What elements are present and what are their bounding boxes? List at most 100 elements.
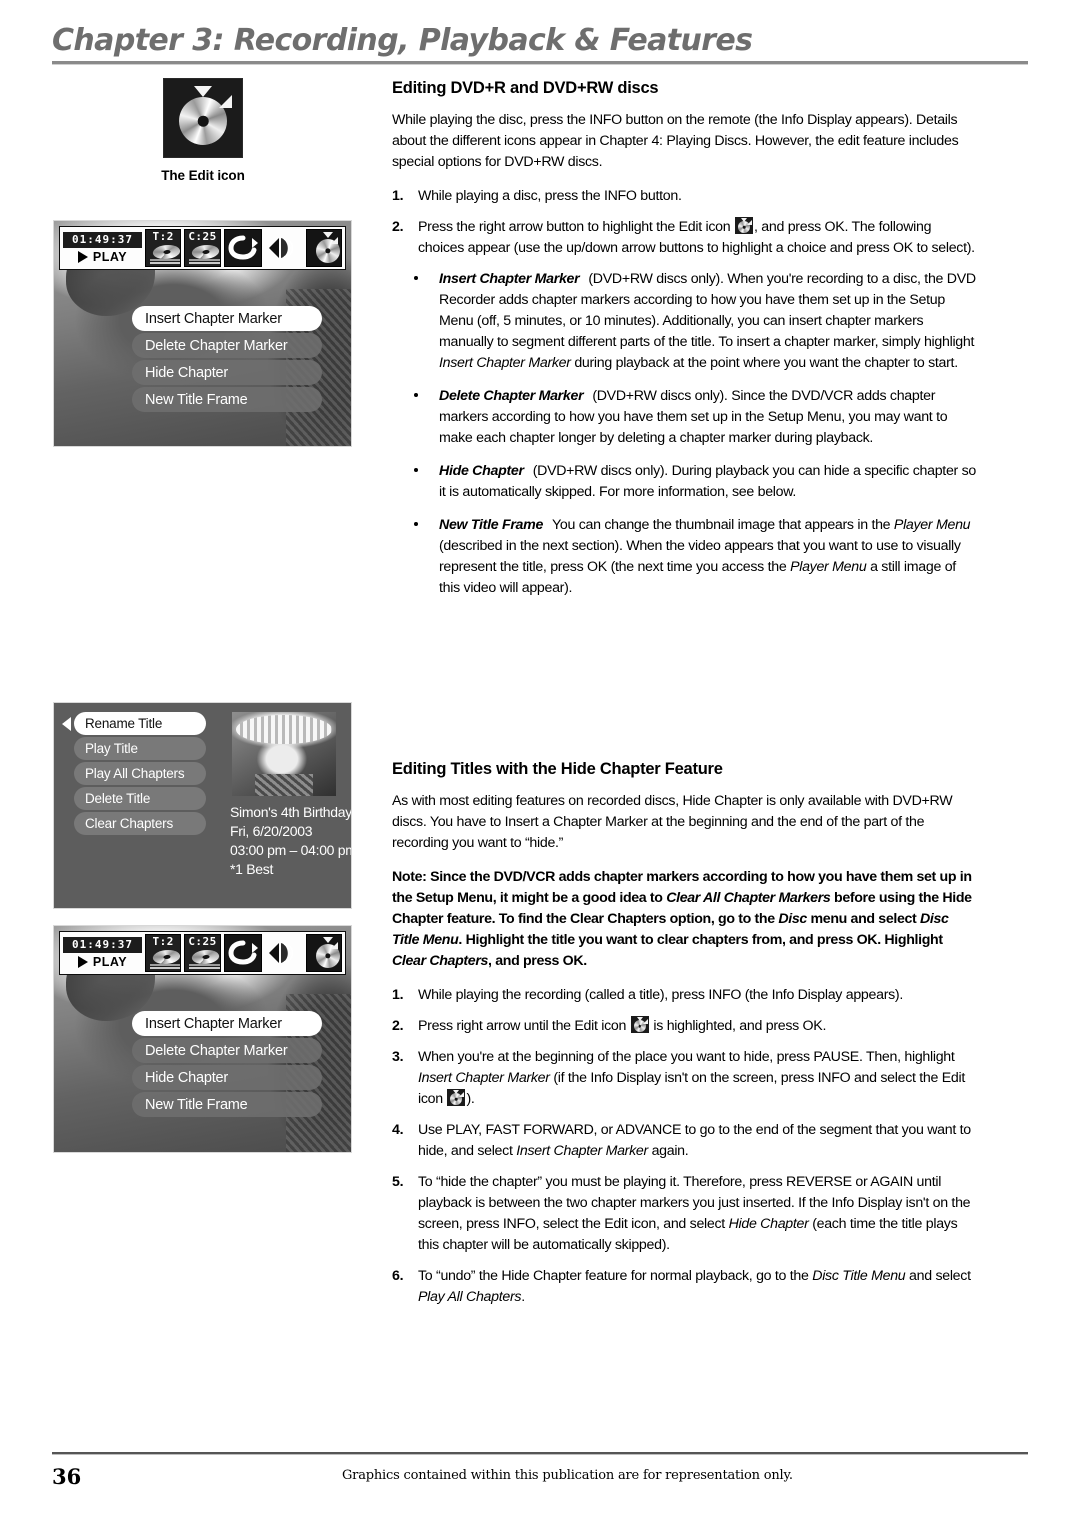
left-arrow-icon xyxy=(62,717,71,731)
timecode-column: 01:49:37 PLAY xyxy=(63,934,143,972)
body-content: Editing DVD+R and DVD+RW discs While pla… xyxy=(392,78,978,1318)
step-text: Press the right arrow button to highligh… xyxy=(418,217,978,259)
header-divider xyxy=(52,61,1028,65)
note-italic4: Clear Chapters xyxy=(392,953,489,969)
step-number: 4. xyxy=(392,1122,404,1138)
section2-heading: Editing Titles with the Hide Chapter Fea… xyxy=(392,760,723,778)
bullet-term: New Title Frame xyxy=(439,517,544,533)
section1-bullet-new-title-frame: New Title Frame You can change the thumbn… xyxy=(392,515,978,599)
edit-tile[interactable] xyxy=(305,229,342,267)
repeat-icon xyxy=(228,235,258,260)
footer-note: Graphics contained within this publicati… xyxy=(342,1468,793,1483)
section1-bullet-delete-chapter-marker: Delete Chapter Marker (DVD+RW discs only)… xyxy=(392,386,978,449)
osd-menu-item-delete-chapter-marker[interactable]: Delete Chapter Marker xyxy=(132,333,322,358)
section2-step-4: 4. Use PLAY, FAST FORWARD, or ADVANCE to… xyxy=(392,1120,978,1162)
player-menu-item-rename-title[interactable]: Rename Title xyxy=(74,712,206,735)
edit-icon-caption: The Edit icon xyxy=(161,168,245,183)
player-menu-item-delete-title[interactable]: Delete Title xyxy=(74,787,206,810)
step-text-c: ). xyxy=(466,1091,475,1107)
player-menu-item-play-all-chapters[interactable]: Play All Chapters xyxy=(74,762,206,785)
bullet-body-a: You can change the thumbnail image that … xyxy=(552,517,894,533)
audio-tile[interactable] xyxy=(265,229,303,267)
title-name: Simon's 4th Birthday xyxy=(230,804,352,820)
osd-menu-item-hide-chapter[interactable]: Hide Chapter xyxy=(132,360,322,385)
bullet-term: Hide Chapter xyxy=(439,463,524,479)
edit-options-menu: Insert Chapter Marker Delete Chapter Mar… xyxy=(132,1011,322,1119)
bullet-icon xyxy=(414,386,439,449)
edit-disc-icon xyxy=(735,217,754,234)
title-tile-label: T:2 xyxy=(152,230,174,243)
step-number: 1. xyxy=(392,188,404,204)
step-number: 1. xyxy=(392,987,404,1003)
osd-menu-item-hide-chapter[interactable]: Hide Chapter xyxy=(132,1065,322,1090)
step-text-after-icon: is highlighted, and press OK. xyxy=(649,1018,827,1034)
title-tile[interactable]: T:2 xyxy=(145,229,182,267)
edit-tile[interactable] xyxy=(305,934,342,972)
osd-menu-item-delete-chapter-marker[interactable]: Delete Chapter Marker xyxy=(132,1038,322,1063)
bullet-icon xyxy=(414,269,439,374)
step-text-a: Use PLAY, FAST FORWARD, or ADVANCE to go… xyxy=(418,1122,971,1159)
section1-heading: Editing DVD+R and DVD+RW discs xyxy=(392,79,659,97)
step-text-b: again. xyxy=(647,1143,689,1159)
section1-bullet-hide-chapter: Hide Chapter (DVD+RW discs only). During … xyxy=(392,461,978,503)
edit-disc-icon xyxy=(447,1089,466,1106)
speaker-icon xyxy=(268,238,293,258)
speaker-icon xyxy=(268,943,293,963)
player-menu-item-clear-chapters[interactable]: Clear Chapters xyxy=(74,812,206,835)
section1-step-1: 1. While playing a disc, press the INFO … xyxy=(392,186,978,207)
section1-bullet-insert-chapter-marker: Insert Chapter Marker (DVD+RW discs only)… xyxy=(392,269,978,374)
player-menu-list: Rename Title Play Title Play All Chapter… xyxy=(74,712,206,837)
title-time-range: 03:00 pm – 04:00 pm xyxy=(230,842,352,858)
osd-menu-item-insert-chapter-marker[interactable]: Insert Chapter Marker xyxy=(132,1011,322,1036)
edit-disc-icon xyxy=(163,78,243,158)
step-number: 2. xyxy=(392,1018,404,1034)
title-thumbnail xyxy=(232,712,336,796)
edit-options-menu: Insert Chapter Marker Delete Chapter Mar… xyxy=(132,306,322,414)
play-icon xyxy=(77,956,88,968)
section2-step-3: 3. When you're at the beginning of the p… xyxy=(392,1047,978,1110)
edit-icon-figure: The Edit icon xyxy=(53,78,353,183)
triangle-corner-icon xyxy=(330,237,338,244)
bullet-icon xyxy=(414,515,439,599)
audio-tile[interactable] xyxy=(265,934,303,972)
note-part3: menu and select xyxy=(806,911,921,927)
title-date: Fri, 6/20/2003 xyxy=(230,823,313,839)
disc-stack-icon xyxy=(189,950,220,969)
osd-menu-item-new-title-frame[interactable]: New Title Frame xyxy=(132,1092,322,1117)
bullet-term: Insert Chapter Marker xyxy=(439,271,580,287)
section2-step-6: 6. To “undo” the Hide Chapter feature fo… xyxy=(392,1266,978,1308)
note-italic1: Clear All Chapter Markers xyxy=(666,890,831,906)
step-text: While playing a disc, press the INFO but… xyxy=(418,188,682,204)
title-tile[interactable]: T:2 xyxy=(145,934,182,972)
triangle-down-icon xyxy=(194,86,212,97)
info-display-screenshot-top: 01:49:37 PLAY T:2 C:25 Insert Chapter Ma… xyxy=(53,220,352,447)
step-text: Press right arrow until the Edit icon is… xyxy=(418,1016,978,1037)
section1-intro: While playing the disc, press the INFO b… xyxy=(392,112,959,170)
step-number: 5. xyxy=(392,1174,404,1190)
step-number: 6. xyxy=(392,1268,404,1284)
section2: Editing Titles with the Hide Chapter Fea… xyxy=(392,759,978,1308)
player-menu-item-play-title[interactable]: Play Title xyxy=(74,737,206,760)
chapter-title: Chapter 3: Recording, Playback & Feature… xyxy=(52,23,753,58)
step-text-a: To “undo” the Hide Chapter feature for n… xyxy=(418,1268,813,1284)
title-tile-label: T:2 xyxy=(152,935,174,948)
repeat-icon xyxy=(228,940,258,965)
section2-note: Note: Since the DVD/VCR adds chapter mar… xyxy=(392,867,978,972)
note-italic2: Disc xyxy=(778,911,807,927)
triangle-corner-icon xyxy=(219,95,232,108)
step-text-a: When you're at the beginning of the plac… xyxy=(418,1049,955,1065)
step-text: To “hide the chapter” you must be playin… xyxy=(418,1172,978,1256)
section1-step-2: 2. Press the right arrow button to highl… xyxy=(392,217,978,259)
info-display-screenshot-bottom: 01:49:37 PLAY T:2 C:25 Insert Chapter Ma… xyxy=(53,925,352,1153)
osd-menu-item-insert-chapter-marker[interactable]: Insert Chapter Marker xyxy=(132,306,322,331)
repeat-tile[interactable] xyxy=(223,934,262,972)
play-status-label: PLAY xyxy=(92,250,128,264)
page-footer: 36 Graphics contained within this public… xyxy=(52,1452,1028,1489)
repeat-tile[interactable] xyxy=(223,229,262,267)
osd-menu-item-new-title-frame[interactable]: New Title Frame xyxy=(132,387,322,412)
chapter-tile[interactable]: C:25 xyxy=(184,229,221,267)
step-text-b: and select xyxy=(905,1268,971,1284)
footer-divider xyxy=(52,1452,1028,1455)
step-italic-a: Hide Chapter xyxy=(728,1216,809,1232)
chapter-tile[interactable]: C:25 xyxy=(184,934,221,972)
